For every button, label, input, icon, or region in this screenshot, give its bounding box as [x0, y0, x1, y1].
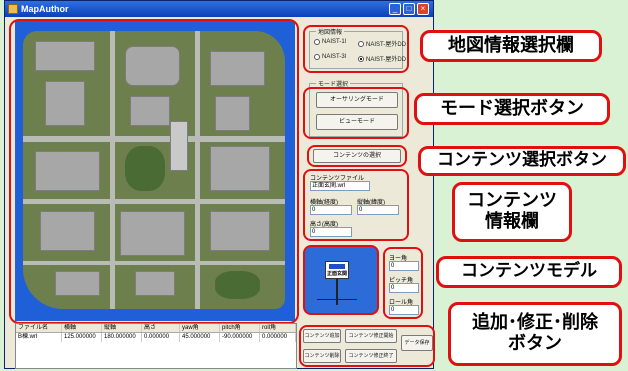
sign-board: 正面玄関 [325, 261, 349, 279]
close-button[interactable]: × [417, 3, 429, 15]
table-cell: 180.000000 [102, 333, 142, 342]
column-header[interactable]: yaw角 [180, 324, 220, 332]
content-select-highlight [307, 145, 407, 167]
callout-mode: モード選択ボタン [414, 93, 610, 125]
column-header[interactable]: ファイル名 [16, 324, 62, 332]
angles-highlight [383, 247, 423, 319]
content-model-view[interactable]: 正面玄関 [303, 245, 379, 315]
column-header[interactable]: 高さ [142, 324, 180, 332]
callout-map-info: 地図情報選択欄 [420, 30, 602, 62]
callout-content-select: コンテンツ選択ボタン [418, 146, 626, 176]
window-title: MapAuthor [21, 4, 69, 14]
column-header[interactable]: roll角 [260, 324, 296, 332]
table-cell: 0.000000 [260, 333, 296, 342]
table-header: ファイル名 横軸 縦軸 高さ yaw角 pitch角 roll角 [16, 324, 296, 333]
callout-edit-buttons: 追加･修正･削除 ボタン [448, 302, 622, 366]
title-bar: MapAuthor [5, 1, 433, 17]
sign-text: 正面玄関 [326, 271, 347, 277]
callout-content-info: コンテンツ 情報欄 [452, 182, 572, 242]
content-table[interactable]: ファイル名 横軸 縦軸 高さ yaw角 pitch角 roll角 B棟.wrl … [15, 323, 297, 369]
column-header[interactable]: 横軸 [62, 324, 102, 332]
table-cell: 0.000000 [142, 333, 180, 342]
minimize-button[interactable]: _ [389, 3, 401, 15]
column-header[interactable]: pitch角 [220, 324, 260, 332]
map-highlight [9, 19, 299, 324]
table-row[interactable]: B棟.wrl 125.000000 180.000000 0.000000 45… [16, 333, 296, 342]
callout-content-model: コンテンツモデル [436, 256, 622, 288]
table-cell: 45.000000 [180, 333, 220, 342]
action-buttons-highlight [299, 325, 435, 367]
table-cell: -90.000000 [220, 333, 260, 342]
app-window: MapAuthor _ □ × ファイル名 横軸 縦軸 高さ yaw角 pitc… [4, 0, 435, 369]
ground-axis [317, 299, 357, 300]
table-cell: B棟.wrl [16, 333, 62, 342]
content-info-highlight [303, 169, 409, 241]
mode-highlight [303, 87, 409, 139]
map-info-highlight [303, 25, 409, 73]
table-cell: 125.000000 [62, 333, 102, 342]
app-icon [8, 4, 18, 14]
sign-pole [336, 279, 338, 305]
arrow-icon [329, 264, 345, 269]
maximize-button[interactable]: □ [403, 3, 415, 15]
column-header[interactable]: 縦軸 [102, 324, 142, 332]
